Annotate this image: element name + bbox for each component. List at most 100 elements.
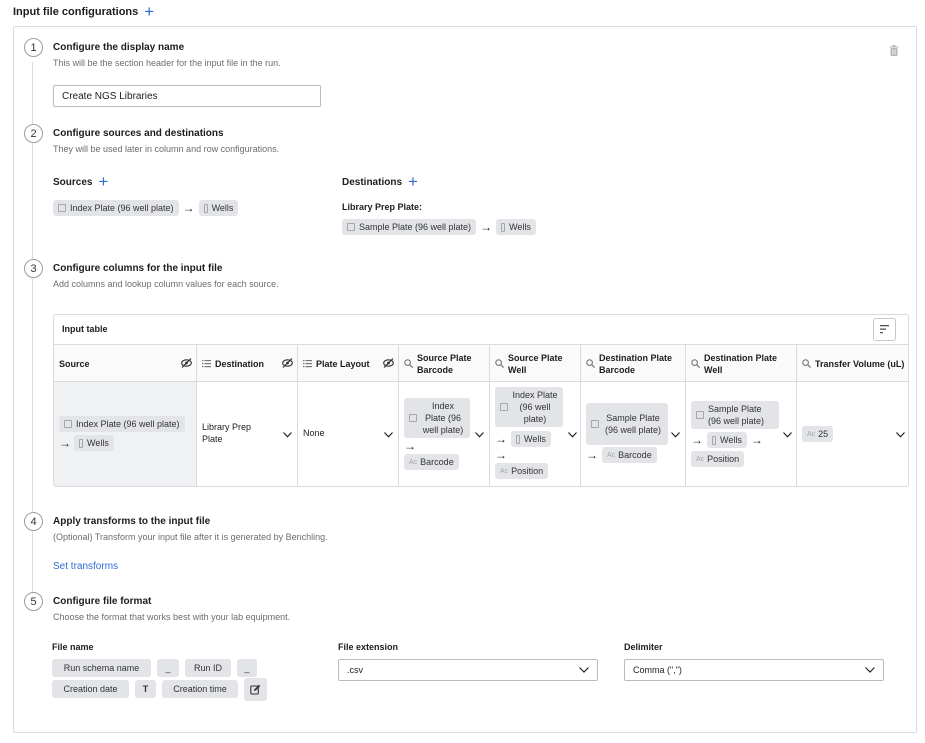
source-plate-barcode-cell[interactable]: Index Plate (96 well plate) → Ac Barcode [399, 382, 490, 486]
edit-file-name-button[interactable] [244, 678, 267, 701]
column-label: Transfer Volume (uL) [815, 358, 905, 369]
token-chip[interactable]: Run ID [185, 659, 231, 677]
destination-plate-chip[interactable]: Sample Plate (96 well plate) [342, 219, 477, 235]
text-field-icon: Ac [409, 458, 418, 466]
step-title: Configure sources and destinations [53, 128, 224, 139]
chevron-down-icon[interactable] [671, 432, 680, 438]
column-header-transfer-volume[interactable]: Transfer Volume (uL) [797, 345, 908, 382]
plate-icon [58, 204, 66, 212]
column-header-destination-plate-well[interactable]: Destination Plate Well [686, 345, 797, 382]
hide-column-icon[interactable] [383, 358, 394, 368]
hide-column-icon[interactable] [282, 358, 293, 368]
destination-wells-chip[interactable]: Wells [496, 219, 536, 235]
destination-cell[interactable]: Library Prep Plate [197, 382, 298, 486]
token-chip[interactable]: _ [237, 659, 257, 677]
set-transforms-link[interactable]: Set transforms [53, 561, 118, 572]
column-label: Source Plate Well [508, 352, 563, 375]
token-chip[interactable]: Run schema name [52, 659, 151, 677]
step-title: Configure file format [53, 596, 152, 607]
column-header-source-plate-barcode[interactable]: Source Plate Barcode [399, 345, 490, 382]
column-header-destination-plate-barcode[interactable]: Destination Plate Barcode [581, 345, 686, 382]
chevron-down-icon[interactable] [783, 432, 792, 438]
select-value: Comma (",") [633, 665, 682, 675]
arrow-icon: → [59, 436, 71, 450]
chip-label: Barcode [420, 457, 454, 467]
arrow-icon: → [495, 432, 507, 446]
destination-plate-well-content: Sample Plate (96 well plate) → Wells → Ac P… [691, 401, 779, 467]
trash-icon[interactable] [889, 45, 899, 56]
plate-icon [64, 420, 72, 428]
plate-icon [347, 223, 355, 231]
list-icon [303, 360, 312, 368]
source-wells-chip: Wells [74, 435, 114, 451]
step-description: Choose the format that works best with y… [53, 612, 291, 622]
step-number-3: 3 [24, 259, 43, 278]
sort-button[interactable] [873, 318, 896, 341]
token-chip[interactable]: T [135, 680, 156, 698]
token-chip[interactable]: Creation date [52, 680, 129, 698]
destination-plate-well-cell[interactable]: Sample Plate (96 well plate) → Wells → Ac P… [686, 382, 797, 486]
chip-label: Wells [87, 438, 109, 448]
arrow-icon: → [182, 201, 195, 215]
source-plate-well-cell[interactable]: Index Plate (96 well plate) → Wells → Ac P… [490, 382, 581, 486]
well-icon [501, 222, 506, 232]
column-label: Destination [215, 358, 265, 369]
add-destination-icon[interactable]: + [408, 173, 418, 190]
column-label: Destination Plate Barcode [599, 352, 673, 375]
destination-group-label: Library Prep Plate: [342, 202, 423, 212]
chip-label: Wells [509, 222, 531, 232]
well-icon [712, 435, 716, 445]
destination-plate-barcode-cell[interactable]: Sample Plate (96 well plate) → Ac Barcode [581, 382, 686, 486]
display-name-input[interactable]: Create NGS Libraries [53, 85, 321, 107]
column-header-source[interactable]: Source [54, 345, 197, 382]
lookup-icon [495, 359, 504, 368]
column-label: Source Plate Barcode [417, 352, 472, 375]
source-wells-chip[interactable]: Wells [198, 200, 239, 216]
well-icon [203, 203, 208, 213]
input-table: Input table Source Destination Plate Lay… [53, 314, 909, 487]
text-field-icon: Ac [500, 467, 509, 475]
chevron-down-icon[interactable] [283, 432, 292, 438]
volume-chip: Ac 25 [802, 426, 834, 442]
section-header: Input file configurations + [13, 3, 154, 20]
column-header-destination[interactable]: Destination [197, 345, 298, 382]
chevron-down-icon[interactable] [568, 432, 577, 438]
transfer-volume-cell[interactable]: Ac 25 [797, 382, 908, 486]
destination-plate-chip: Sample Plate (96 well plate) [586, 403, 668, 445]
sources-label: Sources [53, 176, 93, 188]
token-chip[interactable]: Creation time [162, 680, 238, 698]
source-cell[interactable]: Index Plate (96 well plate) → Wells [54, 382, 197, 486]
delimiter-select[interactable]: Comma (",") [624, 659, 884, 681]
add-config-icon[interactable]: + [144, 3, 154, 20]
position-chip: Ac Position [691, 451, 745, 467]
source-plate-chip[interactable]: Index Plate (96 well plate) [53, 200, 179, 216]
file-extension-select[interactable]: .csv [338, 659, 598, 681]
token-chip[interactable]: _ [157, 659, 179, 677]
destination-plate-chip: Sample Plate (96 well plate) [691, 401, 779, 429]
chevron-down-icon[interactable] [896, 432, 905, 438]
column-label: Plate Layout [316, 358, 370, 369]
barcode-chip: Ac Barcode [602, 447, 657, 463]
step-number-2: 2 [24, 124, 43, 143]
chevron-down-icon[interactable] [475, 432, 484, 438]
step-title: Configure the display name [53, 42, 185, 53]
chip-label: Position [511, 466, 544, 476]
column-header-source-plate-well[interactable]: Source Plate Well [490, 345, 581, 382]
column-header-plate-layout[interactable]: Plate Layout [298, 345, 399, 382]
text-field-icon: Ac [696, 455, 705, 463]
text-field-icon: Ac [807, 430, 816, 438]
chip-label: Barcode [618, 450, 652, 460]
step-number-1: 1 [24, 38, 43, 57]
text-field-icon: Ac [607, 451, 616, 459]
step-description: This will be the section header for the … [53, 58, 281, 68]
add-source-icon[interactable]: + [98, 173, 108, 190]
chevron-down-icon [579, 667, 589, 673]
destinations-label: Destinations [342, 176, 403, 188]
chip-label: Index Plate (96 well plate) [422, 401, 464, 435]
chevron-down-icon[interactable] [384, 432, 393, 438]
step-title: Configure columns for the input file [53, 263, 223, 274]
lookup-icon [404, 359, 413, 368]
plate-layout-cell[interactable]: None [298, 382, 399, 486]
table-title: Input table [62, 324, 108, 334]
hide-column-icon[interactable] [181, 358, 192, 368]
